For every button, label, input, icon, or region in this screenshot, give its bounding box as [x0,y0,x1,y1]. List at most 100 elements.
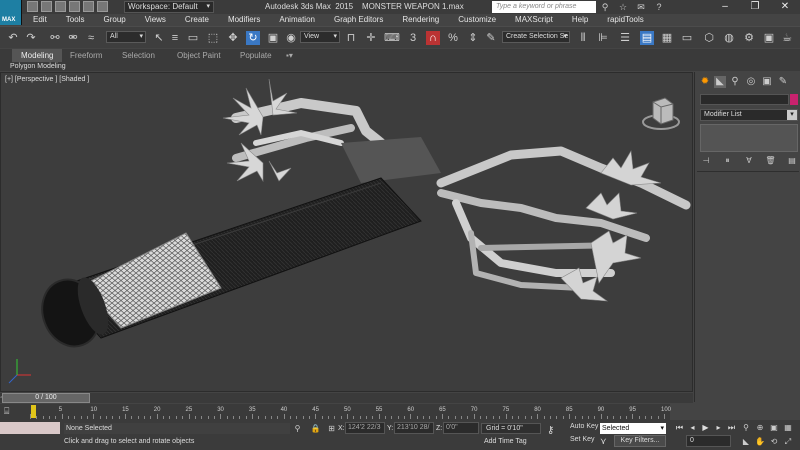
reference-coordinate-dropdown[interactable]: View [300,31,340,43]
material-editor-icon[interactable]: ◍ [722,31,736,45]
selection-lock-icon[interactable]: 🔒 [310,423,321,434]
menu-customize[interactable]: Customize [447,14,496,26]
tab-object-paint[interactable]: Object Paint [177,49,221,62]
communication-icon[interactable]: ✉ [636,2,646,12]
menu-rendering[interactable]: Rendering [391,14,439,26]
rendered-frame-window-icon[interactable]: ▣ [762,31,776,45]
menu-help[interactable]: Help [561,14,588,26]
edit-named-selection-icon[interactable]: ✎ [484,31,498,45]
graphite-toolbar-icon[interactable]: ▦ [660,31,674,45]
zoom-extents-icon[interactable]: ▣ [768,422,780,433]
create-tab-icon[interactable]: ✹ [699,76,711,88]
bind-space-warp-icon[interactable]: ≈ [84,31,98,45]
viewport-label[interactable]: [+] [Perspective ] [Shaded ] [5,76,89,83]
zoom-icon[interactable]: ⚲ [740,422,752,433]
open-file-icon[interactable] [41,1,52,12]
zoom-extents-all-icon[interactable]: ▦ [782,422,794,433]
remove-modifier-icon[interactable]: 🗑 [765,155,777,167]
key-icon[interactable]: ⚷ [547,425,554,436]
key-filters-button[interactable]: Key Filters... [614,435,666,447]
snaps-toggle-icon[interactable]: 3 [406,31,420,45]
redo-icon[interactable] [83,1,94,12]
tab-freeform[interactable]: Freeform [70,49,102,62]
modify-tab-icon[interactable]: ◣ [714,76,726,88]
redo-icon[interactable]: ↷ [24,31,38,45]
key-selection-dropdown[interactable]: Selected [600,423,666,434]
x-coordinate-field[interactable]: 124'2 22/3 [345,422,385,434]
place-icon[interactable]: ◉ [284,31,298,45]
render-production-icon[interactable]: ☕ [780,31,794,45]
maxscript-output-mini[interactable] [0,435,60,447]
auto-key-button[interactable]: Auto Key [570,423,598,430]
new-file-icon[interactable] [27,1,38,12]
next-frame-icon[interactable]: ▸ [713,422,724,433]
render-setup-icon[interactable]: ⚙ [742,31,756,45]
percent-snap-icon[interactable]: % [446,31,460,45]
utilities-tab-icon[interactable]: ✎ [777,76,789,88]
absolute-mode-icon[interactable]: ⊞ [326,423,337,434]
isolate-selection-icon[interactable]: ⚲ [292,423,303,434]
select-rotate-icon[interactable]: ↻ [246,31,260,45]
app-logo[interactable]: MAX [0,0,22,25]
menu-tools[interactable]: Tools [55,14,85,26]
keyboard-shortcut-override-icon[interactable]: ⌨ [384,31,400,45]
unlink-icon[interactable]: ⚮ [66,31,80,45]
pivot-center-icon[interactable]: ⊓ [344,31,358,45]
menu-group[interactable]: Group [92,14,125,26]
minimize-button[interactable]: – [710,0,740,14]
binoculars-icon[interactable]: ⚲ [600,2,610,12]
spinner-snap-icon[interactable]: ⇕ [466,31,480,45]
modifier-list-dropdown[interactable]: Modifier List [700,109,798,121]
layer-explorer-icon[interactable]: ▤ [640,31,654,45]
search-input[interactable]: Type a keyword or phrase [492,1,596,13]
menu-graph-editors[interactable]: Graph Editors [323,14,383,26]
workspace-dropdown[interactable]: Workspace: Default [124,1,214,13]
zoom-all-icon[interactable]: ⊕ [754,422,766,433]
menu-modifiers[interactable]: Modifiers [217,14,260,26]
time-slider-thumb[interactable]: 0 / 100 [2,393,90,403]
select-move-icon[interactable]: ✥ [226,31,240,45]
pin-stack-icon[interactable]: ⊣ [700,155,712,167]
pan-icon[interactable]: ✋ [754,436,766,447]
maximize-viewport-icon[interactable]: ⤢ [782,436,794,447]
modifier-stack[interactable] [700,124,798,152]
field-of-view-icon[interactable]: ◣ [740,436,752,447]
mirror-icon[interactable]: ⫴ [576,31,590,45]
angle-snap-icon[interactable]: ∩ [426,31,440,45]
set-key-filter-icon[interactable]: ⋎ [600,436,607,447]
ribbon-options-icon[interactable]: ▪▾ [286,49,293,62]
set-key-button[interactable]: Set Key [570,436,595,443]
menu-views[interactable]: Views [134,14,166,26]
polygon-modeling-label[interactable]: Polygon Modeling [10,62,66,71]
goto-start-icon[interactable]: ⏮ [674,422,685,433]
rectangular-selection-icon[interactable]: ▭ [186,31,200,45]
add-time-tag-button[interactable]: Add Time Tag [484,438,527,445]
maximize-button[interactable]: ❐ [740,0,770,14]
maxscript-listener-mini[interactable] [0,422,60,434]
save-file-icon[interactable] [55,1,66,12]
select-scale-icon[interactable]: ▣ [266,31,280,45]
previous-frame-icon[interactable]: ◂ [687,422,698,433]
y-coordinate-field[interactable]: 213'10 28/ [394,422,434,434]
tab-modeling[interactable]: Modeling [12,49,63,62]
time-slider[interactable]: ◁ 0 / 100 [0,393,693,403]
menu-edit[interactable]: Edit [22,14,47,26]
motion-tab-icon[interactable]: ◎ [745,76,757,88]
link-icon[interactable]: ⚯ [48,31,62,45]
play-icon[interactable]: ▶ [700,422,711,433]
subscription-icon[interactable]: ☆ [618,2,628,12]
tab-populate[interactable]: Populate [240,49,272,62]
menu-animation[interactable]: Animation [268,14,315,26]
menu-create[interactable]: Create [174,14,209,26]
viewcube-icon[interactable] [641,96,681,136]
project-folder-icon[interactable] [97,1,108,12]
orbit-icon[interactable]: ⟲ [768,436,780,447]
align-icon[interactable]: ⊫ [596,31,610,45]
curve-editor-icon[interactable]: ▭ [680,31,694,45]
scene-explorer-icon[interactable]: ☰ [618,31,632,45]
show-end-result-icon[interactable]: ⏸ [722,155,734,167]
current-frame-field[interactable]: 0 [686,435,731,447]
undo-icon[interactable]: ↶ [6,31,20,45]
close-button[interactable]: ✕ [770,0,800,14]
configure-modifier-sets-icon[interactable]: ▤ [786,155,798,167]
